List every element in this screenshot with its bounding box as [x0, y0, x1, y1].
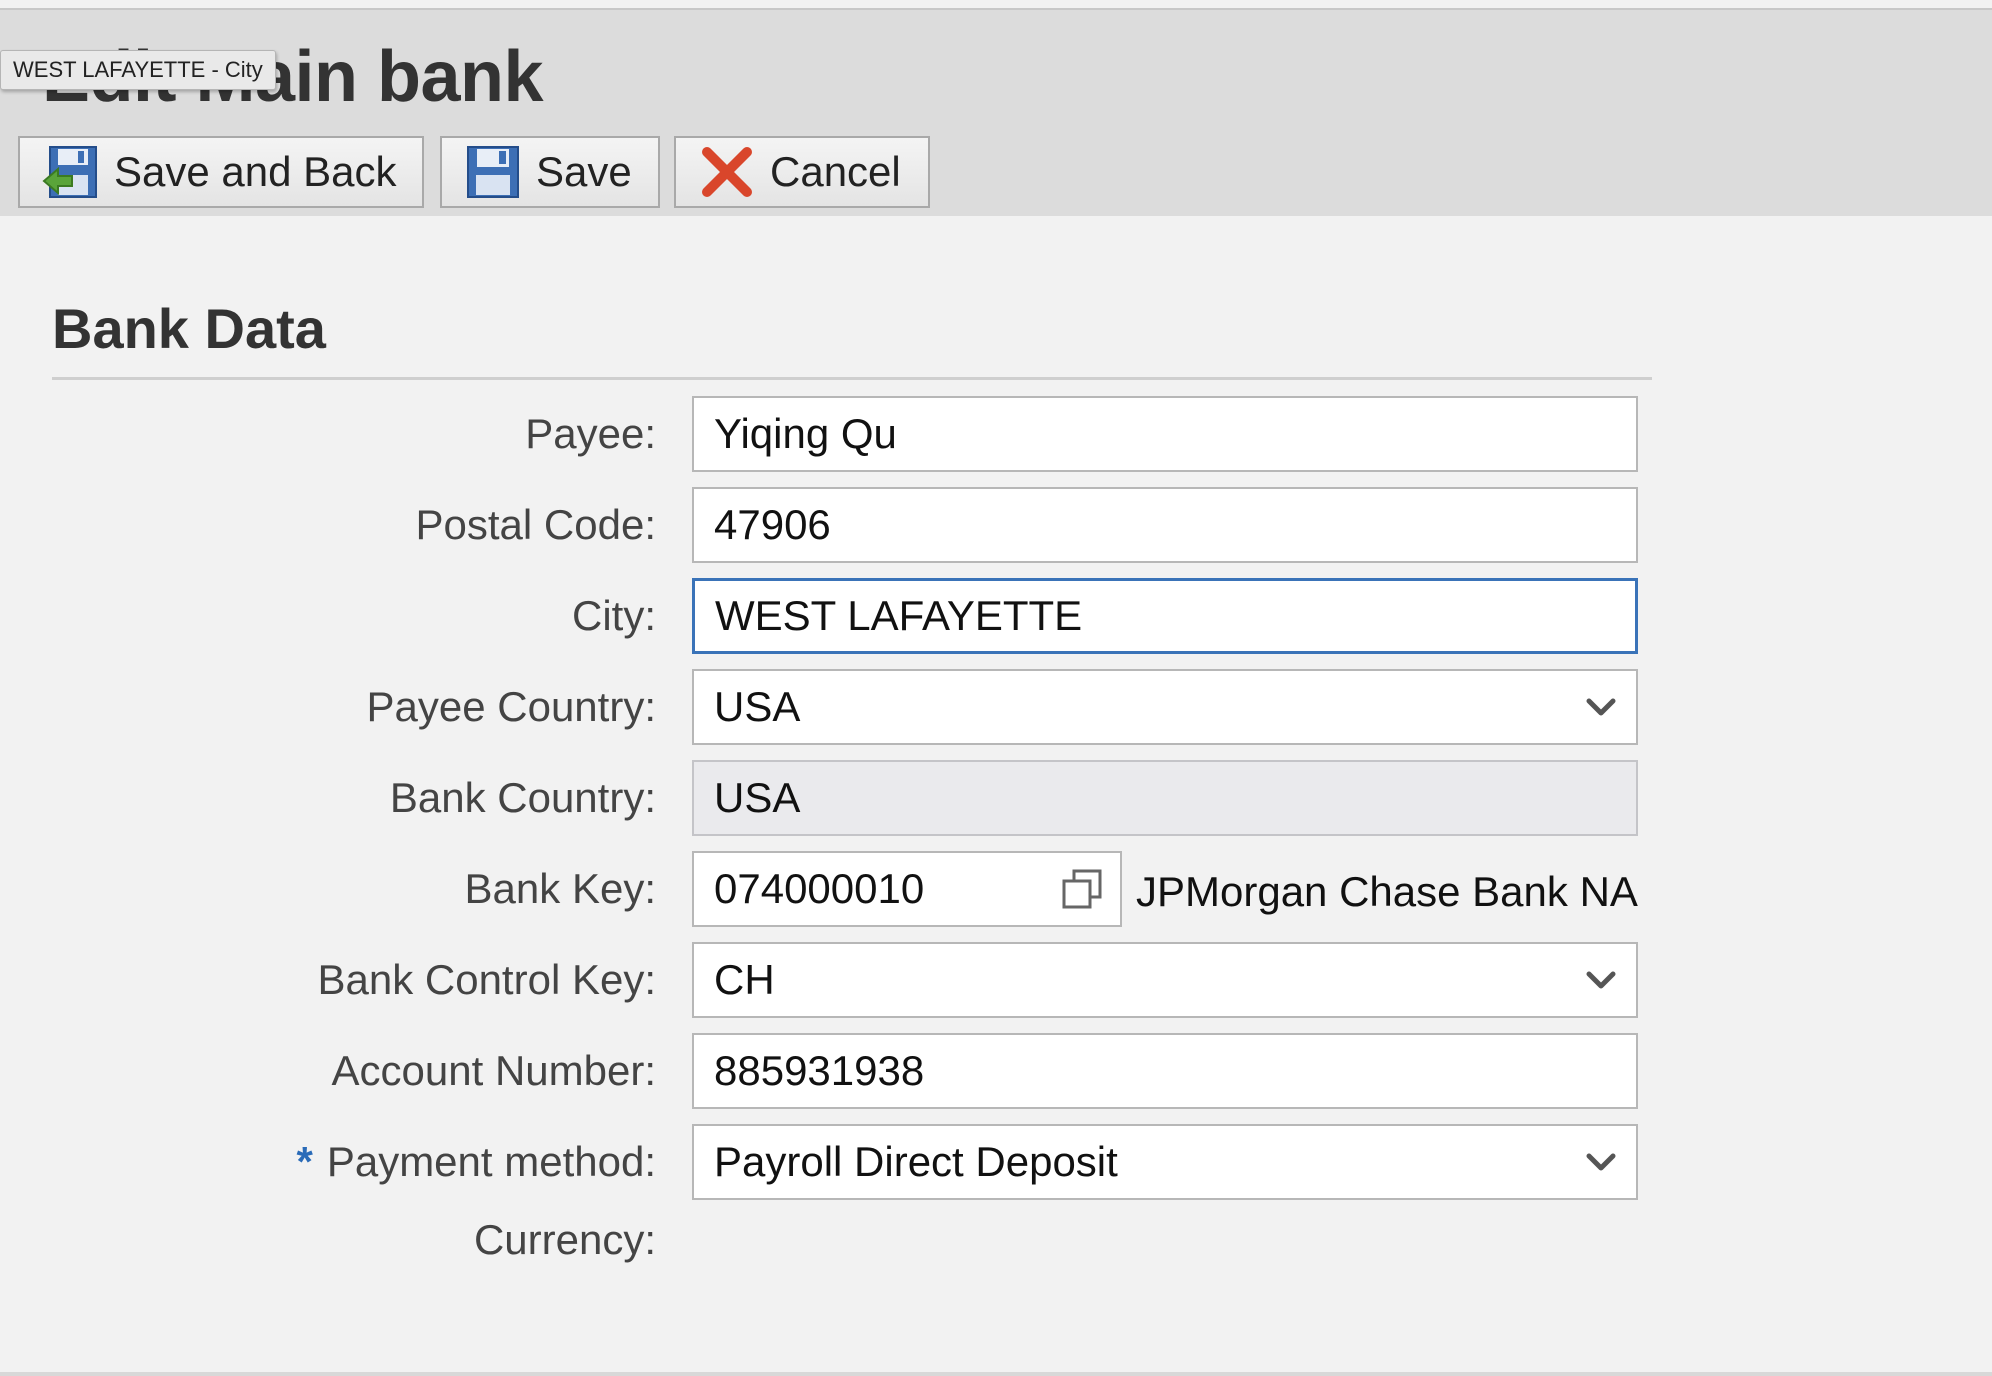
payee-input[interactable]: Yiqing Qu	[692, 396, 1638, 472]
chevron-down-icon[interactable]	[1584, 966, 1618, 994]
header-bar: Edit Main bank Save and Back Save Cancel	[0, 10, 1992, 216]
city-tooltip: WEST LAFAYETTE - City	[0, 50, 276, 90]
account-number-input[interactable]: 885931938	[692, 1033, 1638, 1109]
postal-code-row: Postal Code: 47906	[0, 487, 1992, 563]
chevron-down-icon[interactable]	[1584, 693, 1618, 721]
cancel-button[interactable]: Cancel	[674, 136, 930, 208]
bank-key-value: 074000010	[714, 865, 925, 912]
section-divider	[52, 377, 1652, 380]
payee-country-value: USA	[714, 683, 801, 730]
bank-key-label: Bank Key:	[464, 865, 656, 912]
required-marker: *	[296, 1138, 313, 1185]
payment-method-label-wrap: * Payment method:	[296, 1124, 656, 1200]
bank-name-text: JPMorgan Chase Bank NA	[1136, 868, 1638, 915]
bank-key-input[interactable]: 074000010	[692, 851, 1122, 927]
postal-code-input[interactable]: 47906	[692, 487, 1638, 563]
payee-country-label: Payee Country:	[366, 683, 657, 730]
currency-label: Currency:	[473, 1216, 656, 1263]
save-and-back-label: Save and Back	[114, 148, 397, 195]
bottom-divider	[0, 1372, 1992, 1376]
postal-code-label: Postal Code:	[415, 501, 656, 548]
bank-control-key-row: Bank Control Key: CH	[0, 942, 1992, 1018]
save-and-back-button[interactable]: Save and Back	[18, 136, 424, 208]
bank-country-field: USA	[692, 760, 1638, 836]
account-number-label: Account Number:	[331, 1047, 656, 1094]
payment-method-row: * Payment method: Payroll Direct Deposit	[0, 1124, 1992, 1200]
floppy-disk-icon	[464, 143, 522, 201]
payment-method-value: Payroll Direct Deposit	[714, 1138, 1118, 1185]
payee-country-select[interactable]: USA	[692, 669, 1638, 745]
currency-row: Currency:	[0, 1202, 1992, 1278]
payee-row: Payee: Yiqing Qu	[0, 396, 1992, 472]
payee-country-row: Payee Country: USA	[0, 669, 1992, 745]
account-number-row: Account Number: 885931938	[0, 1033, 1992, 1109]
section-title: Bank Data	[52, 297, 326, 360]
city-row: City: WEST LAFAYETTE	[0, 578, 1992, 654]
bank-control-key-select[interactable]: CH	[692, 942, 1638, 1018]
cancel-label: Cancel	[770, 148, 901, 195]
bank-country-label: Bank Country:	[389, 774, 656, 821]
payment-method-select[interactable]: Payroll Direct Deposit	[692, 1124, 1638, 1200]
bank-country-row: Bank Country: USA	[0, 760, 1992, 836]
value-help-icon[interactable]	[1058, 865, 1108, 915]
city-input[interactable]: WEST LAFAYETTE	[692, 578, 1638, 654]
bank-control-key-value: CH	[714, 956, 775, 1003]
save-and-back-icon	[42, 143, 100, 201]
save-label: Save	[536, 148, 632, 195]
red-x-icon	[698, 143, 756, 201]
save-button[interactable]: Save	[440, 136, 660, 208]
payee-label: Payee:	[525, 410, 656, 457]
payment-method-label: Payment method:	[326, 1138, 656, 1185]
bank-key-row: Bank Key: 074000010 JPMorgan Chase Bank …	[0, 851, 1992, 927]
bank-control-key-label: Bank Control Key:	[317, 956, 656, 1003]
page: Edit Main bank Save and Back Save Cancel…	[0, 0, 1992, 1376]
city-label: City:	[572, 592, 656, 639]
chevron-down-icon[interactable]	[1584, 1148, 1618, 1176]
